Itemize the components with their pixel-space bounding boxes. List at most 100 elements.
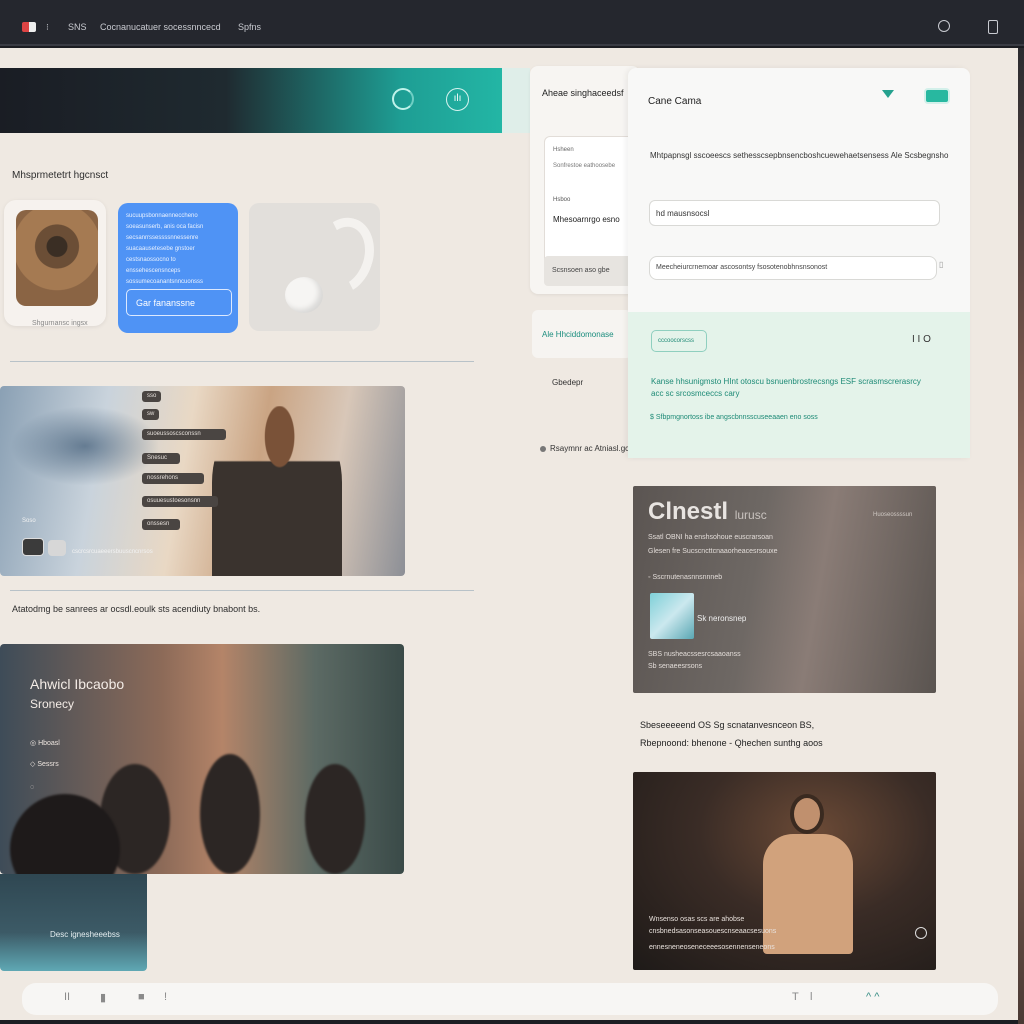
form-box[interactable]: Hsheen Sonfrestoe eathoosebe Hsboo Mheso…: [544, 136, 640, 268]
status-link-text[interactable]: Sfbpmgnortoss ibe angscbnnsscuseeaaen en…: [656, 414, 818, 421]
plain-row-text: Rsaymnr ac Atniasl.gc: [550, 444, 630, 453]
link-text[interactable]: Ale Hhciddomonase: [542, 330, 614, 339]
status-section: cccoocorscss I I O Kanse hhsunigmsto HIn…: [628, 312, 970, 458]
video-player-2[interactable]: Ahwicl Ibcaobo Sronecy ◎ Hboasl ◇ Sessrs…: [0, 644, 404, 874]
promo-line: Sb senaeesrsons: [648, 663, 703, 670]
settings-card: Aheae singhaceedsf Hsheen Sonfrestoe eat…: [530, 66, 640, 294]
silhouette: [305, 764, 365, 874]
promo-title-text: Clnestl: [648, 498, 729, 525]
bullet-icon: [540, 445, 546, 452]
info-line: secsanrrssessssnnessenre: [126, 235, 199, 241]
toolbar-icon[interactable]: II: [64, 991, 70, 1003]
topbar-item[interactable]: Spfns: [238, 22, 261, 32]
toolbar-icon[interactable]: !: [164, 991, 167, 1003]
promo-line: ◦ Sscrnutenasnnsnnneb: [648, 574, 723, 581]
info-line: suacaausetesebe gnstoer: [126, 246, 195, 252]
silhouette: [200, 754, 260, 874]
video-subtitle: Sronecy: [30, 697, 75, 711]
chip[interactable]: sso: [142, 391, 162, 402]
info-line: sucuupsbonnaenneccheno: [126, 213, 198, 219]
video-footer-text: Desc ignesheeebss: [50, 930, 120, 939]
background-mist: [10, 406, 160, 486]
headphones-card[interactable]: [249, 203, 380, 331]
promo-meta: Huoseossssun: [873, 512, 913, 518]
toolbar-icon[interactable]: ▮: [100, 991, 106, 1004]
mic-icon[interactable]: ılı: [446, 88, 469, 111]
chip[interactable]: osuuesustoesonsnn: [142, 496, 218, 507]
dialog-panel: Cane Cama Mhtpapnsgl sscoeescs sethesscs…: [628, 68, 970, 458]
panel-description: Mhtpapnsgl sscoeescs sethesscsepbnsencbo…: [650, 151, 949, 160]
video-line: ennesneneoseneceeesosennenseneons: [649, 944, 775, 951]
promo-line: Glesen fre Sucscncttcnaaorheacesrsouxe: [648, 548, 778, 555]
avatar[interactable]: [48, 540, 66, 556]
status-link[interactable]: $ Sfbpmgnortoss ibe angscbnnsscuseeaaen …: [650, 414, 818, 421]
bottom-toolbar: II ▮ ■ ! T l ^ ^: [22, 983, 998, 1015]
section-text: Sbeseeeeend OS Sg scnatanvesnceon BS,: [640, 720, 815, 730]
toolbar-icon[interactable]: ■: [138, 991, 145, 1003]
panel-controls[interactable]: I I O: [912, 334, 931, 345]
top-bar: ⁝ SNS Cocnanucatuer socessnncecd Spfns: [0, 0, 1024, 46]
text-input[interactable]: hd mausnsocsl: [649, 200, 940, 226]
person-head: [790, 794, 824, 834]
divider: [10, 590, 474, 591]
field-value: Mhesoarnrgo esno: [553, 215, 620, 224]
profile-photo: [16, 210, 98, 306]
promo-title-suffix: lurusc: [734, 508, 767, 522]
promo-card[interactable]: Clnestl lurusc Huoseossssun Ssatl OBNI h…: [633, 486, 936, 693]
plain-label: Gbedepr: [552, 378, 584, 387]
video-title: Ahwicl Ibcaobo: [30, 676, 125, 692]
window-edge: [1018, 48, 1024, 1024]
divider: [10, 361, 474, 362]
info-card[interactable]: sucuupsbonnaenneccheno soeasunserb, anis…: [118, 203, 238, 333]
status-badge[interactable]: cccoocorscss: [651, 330, 707, 352]
settings-icon[interactable]: [938, 20, 950, 32]
headphone-cup: [285, 277, 323, 313]
promo-thumb-label: Sk neronsnep: [697, 614, 747, 623]
chip[interactable]: sw: [142, 409, 160, 420]
filter-icon[interactable]: [882, 90, 894, 98]
info-line: soeasunserb, anis oca facisn: [126, 224, 204, 230]
info-line: enssehescensnceps: [126, 268, 181, 274]
profile-card[interactable]: [4, 200, 106, 326]
card-action-button[interactable]: Gar fananssne: [126, 289, 232, 316]
toggle-switch[interactable]: [924, 88, 950, 104]
hero-banner: ılı: [0, 68, 502, 133]
status-strip[interactable]: Scsnsoen aso gbe: [544, 256, 640, 286]
info-line: cestsnaossocno to: [126, 257, 176, 263]
video-label: Soso: [22, 518, 36, 524]
chip[interactable]: suoeussoscsconssn: [142, 429, 226, 440]
video-player-1[interactable]: sso sw suoeussoscsconssn Snesuc nossreho…: [0, 386, 405, 576]
text-input[interactable]: Meecheiurcrnemoar ascosontsy fsosotenobh…: [649, 256, 937, 280]
video-meta-text: Sessrs: [37, 761, 59, 768]
video-player-3[interactable]: Wnsenso osas scs are ahobse cnsbnedsason…: [633, 772, 936, 970]
avatar[interactable]: [22, 538, 44, 556]
profile-caption: Shgurnansc ingsx: [32, 320, 88, 327]
link-card[interactable]: Ale Hhciddomonase: [532, 310, 632, 358]
status-text: Scsnsoen aso gbe: [552, 267, 610, 274]
status-message: Kanse hhsunigmsto HInt otoscu bsnuenbros…: [651, 377, 921, 398]
clear-icon[interactable]: ▯: [939, 260, 943, 269]
video-line: Wnsenso osas scs are ahobse: [649, 916, 745, 923]
panel-title: Cane Cama: [648, 96, 702, 107]
play-icon[interactable]: [915, 927, 927, 939]
accent-strip: [502, 68, 530, 133]
video-meta: ◇ Sessrs: [30, 761, 59, 768]
chevron-up-icon[interactable]: ^ ^: [866, 991, 879, 1003]
topbar-item[interactable]: SNS: [68, 22, 87, 32]
window-icon[interactable]: [988, 20, 998, 34]
toolbar-icon[interactable]: T: [792, 991, 799, 1003]
chip[interactable]: Snesuc: [142, 453, 180, 464]
chip[interactable]: nossrehons: [142, 473, 204, 484]
topbar-item[interactable]: Cocnanucatuer socessnncecd: [100, 22, 221, 32]
chip[interactable]: onssesn: [142, 519, 180, 530]
app-canvas: ılı Mhsprmetetrt hgcnsct Shgurnansc ings…: [0, 48, 1018, 1020]
loading-ring-icon[interactable]: [392, 88, 414, 110]
flag-icon: [22, 22, 36, 32]
toolbar-icon[interactable]: l: [810, 991, 812, 1003]
video-meta: ◌: [30, 784, 35, 791]
promo-thumbnail[interactable]: [650, 593, 694, 639]
section-text: Rbepnoond: bhenone - Qhechen sunthg aoos: [640, 738, 823, 748]
video-meta-text: Hboasl: [38, 740, 60, 747]
card-title: Aheae singhaceedsf: [542, 88, 624, 98]
video-footer: Desc ignesheeebss: [0, 874, 147, 971]
